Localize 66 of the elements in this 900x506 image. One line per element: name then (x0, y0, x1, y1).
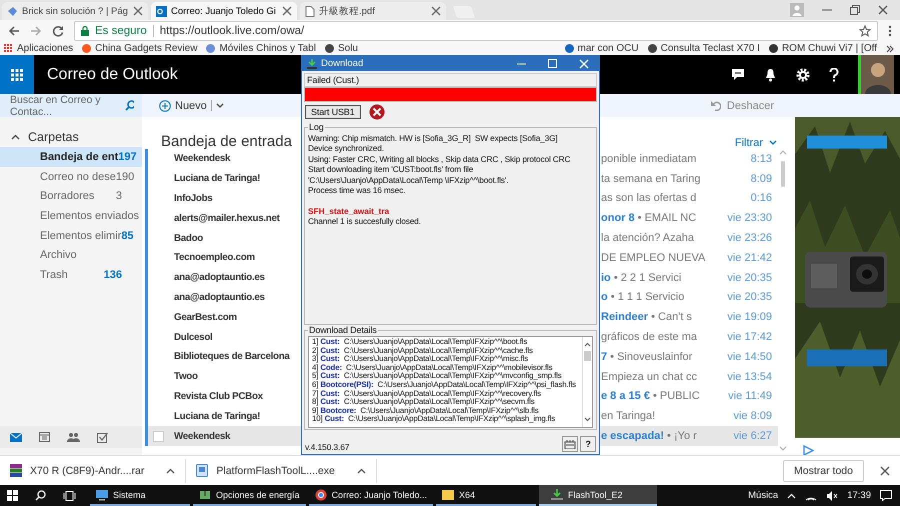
sender-name: GearBest.com (174, 312, 237, 323)
message-preview: e escapada! • ¡Yo r (601, 430, 698, 442)
sender-name: Weekendesk (174, 430, 230, 442)
message-preview: onor 8 • EMAIL NC (601, 212, 698, 224)
log-line: Using: Faster CRC, Writing all blocks , Skip data CRC , Skip protocol CRC (308, 154, 572, 164)
sender-name: ana@adoptauntio.es (174, 272, 265, 284)
sender-name: Dulcesol (174, 332, 212, 343)
message-time: vie 17:42 (726, 331, 773, 344)
message-time: vie 19:09 (726, 311, 773, 324)
message-time: vie 14:50 (726, 350, 773, 363)
sender-name: alerts@mailer.hexus.net (174, 212, 280, 224)
error-message: SFH_state_await_tra (308, 206, 390, 216)
message-preview: e 8 a 15 € • PUBLIC (601, 390, 701, 402)
sender-name: Weekendesk (174, 153, 230, 164)
message-time: vie 23:26 (726, 232, 773, 244)
sender-name: Luciana de Taringa! (174, 410, 260, 422)
message-time: vie 11:49 (727, 390, 773, 402)
app-title: Correo de Outlook (47, 66, 178, 84)
message-time: 8:09 (750, 172, 773, 185)
message-preview: Reindeer • Can't s (601, 311, 693, 324)
item-count: 3 (116, 190, 122, 202)
log-line: Channel 1 is succesfully closed. (308, 216, 422, 227)
message-time: 0:16 (750, 192, 773, 204)
message-preview: ta semana en Taring (601, 172, 702, 185)
message-preview: ponible inmediatam (601, 152, 698, 165)
message-time: vie 8:09 (732, 410, 773, 422)
message-preview: en Taringa! (601, 410, 656, 422)
unread-count: 197 (118, 150, 137, 163)
sender-name: ana@adoptauntio.es (174, 292, 265, 303)
status-text: Failed (Cust.) (304, 73, 597, 87)
group-label: Log (308, 122, 325, 132)
group-label: Download Details (308, 325, 378, 335)
url-text: https://outlook.live.com/owa/ (160, 25, 304, 37)
sender-name: Biblioteques de Barcelona (174, 351, 290, 362)
toolbar-label: Música (748, 490, 778, 501)
sender-name: Luciana de Taringa! (174, 173, 260, 184)
message-preview: DE EMPLEO NUEVA (601, 252, 706, 264)
message-time: vie 20:35 (726, 272, 773, 284)
message-time: vie 23:30 (726, 212, 773, 224)
window-title: Download (321, 58, 364, 69)
unread-count: 85 (121, 230, 134, 242)
message-preview: Empieza un chat cc (601, 370, 698, 383)
sender-name: Twoo (174, 371, 198, 382)
sender-name: InfoJobs (174, 192, 212, 204)
sender-name: Badoo (174, 232, 203, 244)
sender-name: Tecnoempleo.com (174, 252, 255, 264)
log-line: Device synchronized. (308, 143, 385, 154)
message-time: vie 20:35 (726, 291, 773, 304)
list-title: Bandeja de entrada (161, 134, 292, 149)
version-label: v.4.150.3.67 (305, 442, 350, 452)
message-preview: gráficos de este ma (601, 331, 698, 344)
message-preview: la atención? Azaha (601, 232, 695, 244)
message-time: 8:13 (750, 152, 773, 165)
clock: 17:39 (847, 490, 871, 501)
message-preview: 7 • Sinoveuslainfor (601, 350, 694, 363)
item-count: 190 (116, 170, 134, 183)
message-preview: o • 1 1 1 Servicio (601, 291, 686, 304)
message-time: vie 21:42 (726, 252, 773, 264)
unread-count: 136 (104, 268, 122, 281)
message-preview: io • 2 2 1 Servici (601, 272, 682, 284)
log-line: Warning: Chip mismatch. HW is [Sofia_3G_R] SW expects [Sofia_3G] (308, 133, 559, 144)
message-time: vie 6:27 (732, 430, 773, 442)
sender-name: Revista Club PCBox (174, 390, 263, 402)
message-preview: as son las ofertas d (601, 192, 698, 204)
message-time: vie 13:54 (726, 370, 773, 383)
security-label: Es seguro (95, 25, 147, 37)
